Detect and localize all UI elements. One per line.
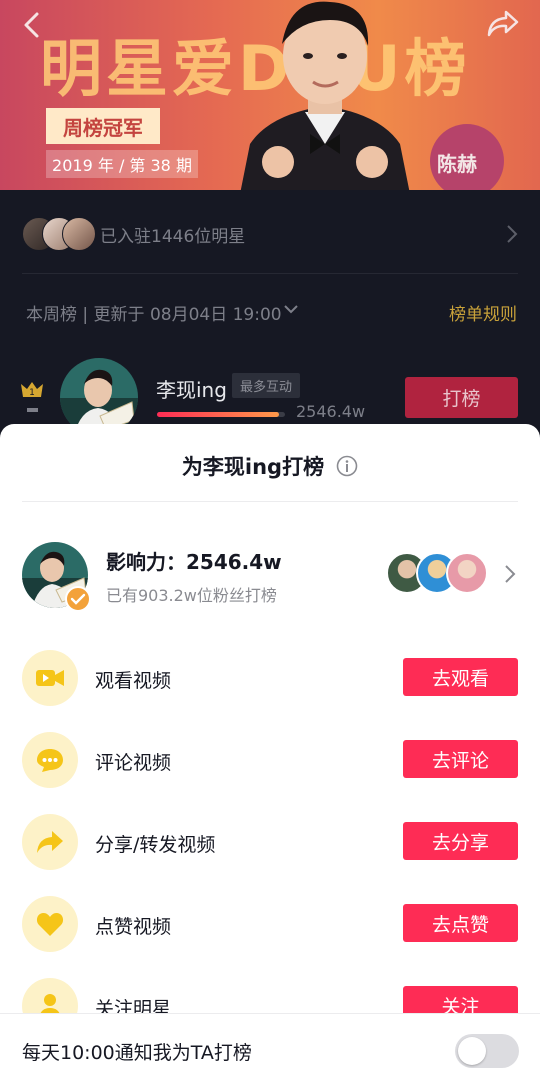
- info-icon[interactable]: [336, 455, 358, 477]
- rank-star-name: 李现ing: [156, 378, 227, 402]
- crown-icon: 1: [21, 382, 43, 398]
- ranking-header: 本周榜 | 更新于 08月04日 19:00 榜单规则: [0, 292, 540, 328]
- update-time-text[interactable]: 本周榜 | 更新于 08月04日 19:00: [26, 300, 282, 325]
- chevron-right-icon: [505, 565, 516, 583]
- divider: [22, 273, 518, 274]
- rank-row[interactable]: 1 李现ing 最多互动 2546.4w 打榜: [0, 352, 540, 436]
- influence-row[interactable]: 影响力：2546.4w 已有903.2w位粉丝打榜: [0, 536, 540, 616]
- task-watch-video: 观看视频 去观看: [0, 648, 540, 708]
- task-label: 点赞视频: [95, 916, 172, 938]
- video-camera-icon: [22, 650, 78, 706]
- chevron-down-icon[interactable]: [283, 304, 299, 314]
- comment-video-button[interactable]: 去评论: [403, 740, 518, 778]
- divider: [22, 501, 518, 502]
- fan-avatars: [386, 552, 492, 594]
- influence-value: 影响力：2546.4w: [106, 550, 282, 574]
- rank-change-indicator: [27, 408, 38, 412]
- sheet-header: 为李现ing打榜: [0, 446, 540, 486]
- vote-sheet: 为李现ing打榜 影响力：2546.4w 已有903.2w位粉丝打榜 观看视频 …: [0, 424, 540, 1085]
- task-share-video: 分享/转发视频 去分享: [0, 812, 540, 872]
- like-video-button[interactable]: 去点赞: [403, 904, 518, 942]
- star-name: 陈赫: [437, 152, 477, 176]
- rank-tag-badge: 最多互动: [232, 373, 301, 398]
- notify-label: 每天10:00通知我为TA打榜: [22, 1042, 252, 1064]
- notify-toggle[interactable]: [455, 1034, 519, 1068]
- champion-label: 周榜冠军: [46, 108, 160, 144]
- verified-badge-icon: [65, 586, 91, 612]
- watch-video-button[interactable]: 去观看: [403, 658, 518, 696]
- task-label: 观看视频: [95, 670, 172, 692]
- toggle-knob: [458, 1037, 486, 1065]
- star-avatars: [22, 217, 96, 251]
- star-photo: [240, 1, 410, 190]
- progress-fill: [157, 412, 279, 417]
- share-arrow-icon: [22, 814, 78, 870]
- comment-bubble-icon: [22, 732, 78, 788]
- avatar: [62, 217, 96, 251]
- share-icon[interactable]: [486, 8, 520, 38]
- task-comment-video: 评论视频 去评论: [0, 730, 540, 790]
- avatar: [446, 552, 488, 594]
- share-video-button[interactable]: 去分享: [403, 822, 518, 860]
- period-label: 2019 年 / 第 38 期: [46, 150, 198, 178]
- chevron-right-icon: [507, 225, 518, 243]
- svg-text:1: 1: [29, 388, 35, 398]
- heart-icon: [22, 896, 78, 952]
- settled-stars-row[interactable]: 已入驻1446位明星: [0, 212, 540, 256]
- rank-score: 2546.4w: [296, 402, 366, 421]
- settled-count-text: 已入驻1446位明星: [100, 226, 246, 247]
- ranking-rules-link[interactable]: 榜单规则: [449, 300, 517, 325]
- fans-count-text: 已有903.2w位粉丝打榜: [106, 586, 277, 605]
- rank-vote-button[interactable]: 打榜: [405, 377, 518, 418]
- notify-bar: 每天10:00通知我为TA打榜: [0, 1013, 540, 1086]
- banner: 明星爱DOU榜 周榜冠军 2019 年 / 第 38 期 陈赫: [0, 0, 540, 190]
- task-label: 评论视频: [95, 752, 172, 774]
- back-arrow-icon[interactable]: [18, 10, 48, 40]
- task-like-video: 点赞视频 去点赞: [0, 894, 540, 954]
- task-label: 分享/转发视频: [95, 834, 216, 856]
- sheet-title: 为李现ing打榜: [181, 455, 325, 479]
